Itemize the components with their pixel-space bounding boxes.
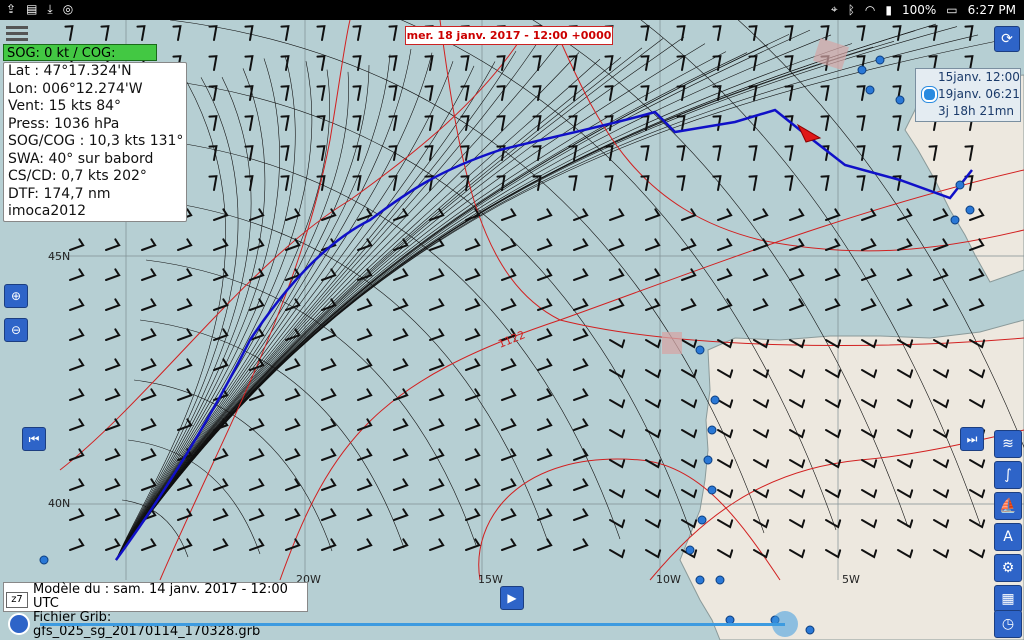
settings-button[interactable]: ⚙ [994, 554, 1022, 582]
timeline-knob[interactable] [772, 611, 798, 637]
compass-tool-icon: A [1003, 529, 1013, 545]
isobar-label: 1122 [496, 328, 527, 351]
compass-icon: ◎ [62, 2, 74, 16]
forecast-date-label[interactable]: mer. 18 janv. 2017 - 12:00 +0000 [405, 26, 613, 45]
download-icon: ⤓ [47, 2, 53, 16]
location-icon: ⌖ [830, 2, 838, 16]
lat-label-40: 40N [48, 497, 70, 510]
refresh-button[interactable]: ⟳ [994, 26, 1020, 52]
clock-button[interactable]: ◷ [994, 610, 1022, 638]
zoom-out-icon: ⊖ [10, 323, 22, 337]
eta-panel[interactable]: 15janv. 12:00 19janv. 06:21 3j 18h 21mn [915, 68, 1021, 122]
battery-label: 100% [901, 2, 937, 17]
sog-bar: SOG: 0 kt / COG: [3, 44, 157, 61]
zoom-level-badge: z7 [6, 592, 28, 608]
grid-table-icon: ▦ [1001, 591, 1015, 607]
boat-marker[interactable] [796, 123, 822, 143]
settings-icon: ⚙ [1001, 560, 1015, 576]
info-line-boat: imoca2012 [8, 203, 86, 219]
refresh-icon: ⟳ [1001, 31, 1013, 47]
skip-forward-icon: ⏭ [966, 431, 978, 446]
sailboat-icon: ⛵ [999, 498, 1017, 514]
wind-layer-button[interactable]: ≋ [994, 430, 1022, 458]
land-iberia [679, 319, 1024, 640]
skip-back-icon: ⏮ [28, 431, 40, 446]
clock-icon: ◷ [1001, 616, 1015, 632]
radio-selected-icon [922, 87, 937, 102]
next-step-button[interactable]: ⏭ [960, 427, 984, 451]
info-line-lon: Lon: 006°12.274'W [8, 80, 143, 97]
lon-label-15: 15W [478, 573, 503, 586]
info-line-current: CS/CD: 0,7 kts 202° [8, 168, 147, 184]
position-info-panel: Lat : 47°17.324'N Lon: 006°12.274'W Vent… [3, 62, 187, 222]
info-line-swa: SWA: 40° sur babord [8, 150, 154, 167]
grid-table-button[interactable]: ▦ [994, 585, 1022, 613]
eta-start: 15janv. 12:00 [938, 70, 1020, 84]
battery-icon: ▭ [946, 2, 958, 17]
info-line-pressure: Press: 1036 hPa [8, 115, 120, 132]
route-curve-icon: ∫ [1004, 467, 1012, 483]
upload-icon: ⇪ [6, 2, 17, 16]
wind-layer-icon: ≋ [1002, 436, 1014, 452]
grib-model-info: Modèle du : sam. 14 janv. 2017 - 12:00 U… [3, 582, 308, 639]
timeline-slider[interactable] [40, 623, 785, 626]
compass-tool-button[interactable]: A [994, 523, 1022, 551]
menu-icon[interactable] [6, 26, 28, 42]
eta-arrival: 19janv. 06:21 [938, 87, 1020, 101]
zoom-in-button[interactable]: ⊕ [4, 284, 28, 308]
info-line-wind: Vent: 15 kts 84° [8, 98, 122, 114]
status-bar: ⇪ ▤ ⤓ ◎ ⌖ ᛒ ◠ ▮ 100% ▭ 6:27 PM [0, 0, 1024, 20]
lon-label-5: 5W [842, 573, 860, 586]
clock-time: 6:27 PM [967, 2, 1016, 17]
play-icon: ▶ [507, 591, 517, 605]
info-line-dtf: DTF: 174,7 nm [8, 185, 111, 202]
info-line-lat: Lat : 47°17.324'N [8, 63, 132, 79]
model-date-line: Modèle du : sam. 14 janv. 2017 - 12:00 U… [33, 582, 288, 611]
danger-zone-marker [813, 37, 849, 71]
wifi-icon: ◠ [864, 2, 876, 17]
signal-icon: ▮ [885, 2, 892, 17]
lat-label-45: 45N [48, 250, 70, 263]
info-line-sog-cog: SOG/COG : 10,3 kts 131° [8, 133, 184, 149]
play-button[interactable]: ▶ [500, 586, 524, 610]
previous-step-button[interactable]: ⏮ [22, 427, 46, 451]
timeline-start-handle[interactable] [8, 613, 30, 635]
zoom-out-button[interactable]: ⊖ [4, 318, 28, 342]
eta-duration: 3j 18h 21mn [938, 104, 1015, 118]
lon-label-10: 10W [656, 573, 681, 586]
notes-app-icon: ▤ [26, 2, 38, 16]
bluetooth-icon: ᛒ [847, 2, 855, 17]
route-curve-button[interactable]: ∫ [994, 461, 1022, 489]
danger-zone-marker-2 [662, 332, 682, 354]
zoom-in-icon: ⊕ [10, 289, 22, 303]
sailboat-button[interactable]: ⛵ [994, 492, 1022, 520]
